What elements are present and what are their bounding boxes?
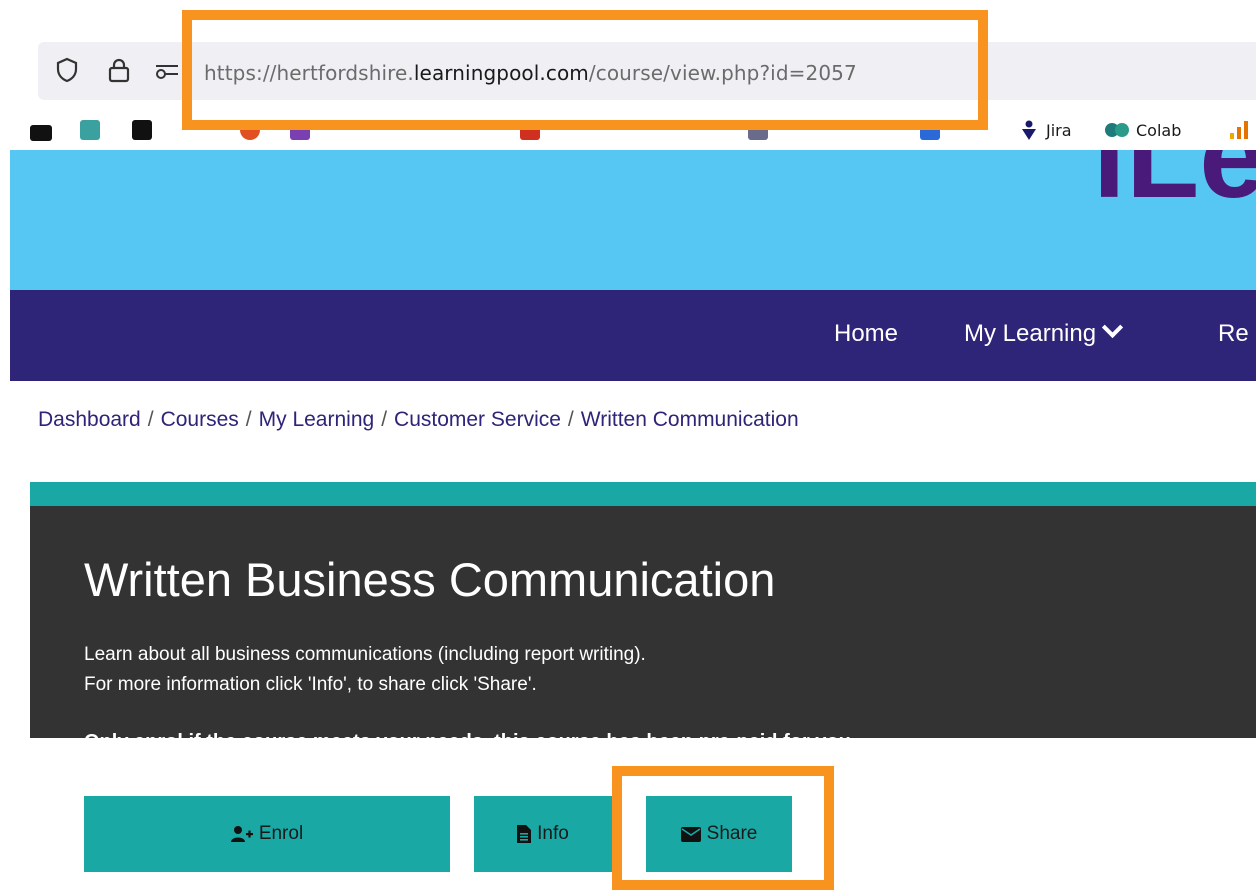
course-title: Written Business Communication — [84, 553, 776, 606]
course-description-line-1: Learn about all business communications … — [84, 644, 646, 665]
breadcrumb-written-communication[interactable]: Written Communication — [581, 408, 799, 431]
bookmark-label-colab: Colab — [1136, 120, 1182, 140]
bookmark-3[interactable] — [132, 118, 158, 142]
bookmark-6[interactable] — [520, 118, 546, 142]
info-button[interactable]: Info — [474, 796, 612, 872]
course-description: Learn about all business communications … — [84, 640, 646, 700]
shield-icon[interactable] — [54, 57, 80, 83]
bookmark-icon — [80, 120, 100, 140]
url-host: learningpool.com — [413, 61, 589, 85]
breadcrumb-courses[interactable]: Courses — [161, 408, 239, 431]
bookmark-icon — [748, 120, 768, 140]
envelope-icon — [680, 826, 701, 842]
breadcrumb-customer-service[interactable]: Customer Service — [394, 408, 561, 431]
breadcrumb-separator: / — [381, 408, 388, 431]
site-banner: iLe — [10, 150, 1256, 290]
bookmark-icon — [290, 120, 310, 140]
share-button-label: Share — [706, 823, 758, 844]
bookmarks-bar: Jira Colab — [0, 110, 1256, 150]
bookmark-5[interactable] — [290, 118, 316, 142]
main-nav: Home My Learning Re — [10, 290, 1256, 381]
breadcrumb: Dashboard / Courses / My Learning / Customer S… — [38, 408, 799, 432]
info-button-label: Info — [537, 823, 569, 844]
user-plus-icon — [230, 826, 253, 842]
enrol-button[interactable]: Enrol — [84, 796, 450, 872]
breadcrumb-separator: / — [147, 408, 154, 431]
bookmark-analytics[interactable] — [1228, 118, 1250, 142]
bookmark-7[interactable] — [748, 118, 774, 142]
breadcrumb-separator: / — [567, 408, 574, 431]
course-note: Only enrol if the course meets your need… — [84, 731, 857, 753]
bookmark-8[interactable] — [920, 118, 946, 142]
jira-icon — [1022, 120, 1036, 140]
nav-my-learning[interactable]: My Learning — [964, 316, 1124, 348]
nav-my-learning-label: My Learning — [964, 320, 1097, 347]
breadcrumb-dashboard[interactable]: Dashboard — [38, 408, 141, 431]
course-panel: Written Business Communication Learn abo… — [30, 482, 1256, 753]
colab-icon — [1105, 123, 1129, 137]
breadcrumb-separator: / — [245, 408, 252, 431]
url-path: /course/view.php?id=2057 — [588, 61, 857, 85]
course-description-line-2: For more information click 'Info', to sh… — [84, 674, 537, 695]
bookmark-icon — [240, 120, 260, 140]
lock-icon[interactable] — [106, 57, 132, 83]
url-prefix: https://hertfordshire. — [204, 61, 414, 85]
browser-toolbar: https://hertfordshire.learningpool.com/c… — [0, 0, 1256, 155]
bookmark-icon — [30, 125, 52, 141]
bookmark-jira[interactable]: Jira — [1018, 118, 1072, 142]
bookmark-label-jira: Jira — [1046, 120, 1072, 140]
share-button[interactable]: Share — [646, 796, 792, 872]
bookmark-icon — [520, 120, 540, 140]
chevron-down-icon — [1101, 316, 1124, 339]
url-text[interactable]: https://hertfordshire.learningpool.com/c… — [204, 61, 857, 85]
bookmark-4[interactable] — [240, 118, 266, 142]
nav-item-partial[interactable]: Re — [1218, 320, 1249, 348]
file-icon — [517, 825, 532, 843]
bookmark-icon — [132, 120, 152, 140]
permissions-icon[interactable] — [154, 57, 180, 83]
breadcrumb-my-learning[interactable]: My Learning — [259, 408, 375, 431]
bookmark-1[interactable] — [30, 118, 58, 142]
bookmark-2[interactable] — [80, 118, 106, 142]
nav-home[interactable]: Home — [834, 320, 898, 348]
analytics-icon — [1230, 121, 1248, 139]
bookmark-icon — [920, 120, 940, 140]
bookmark-colab[interactable]: Colab — [1104, 118, 1181, 142]
enrol-button-label: Enrol — [258, 823, 304, 844]
site-logo[interactable]: iLe — [1093, 150, 1256, 216]
